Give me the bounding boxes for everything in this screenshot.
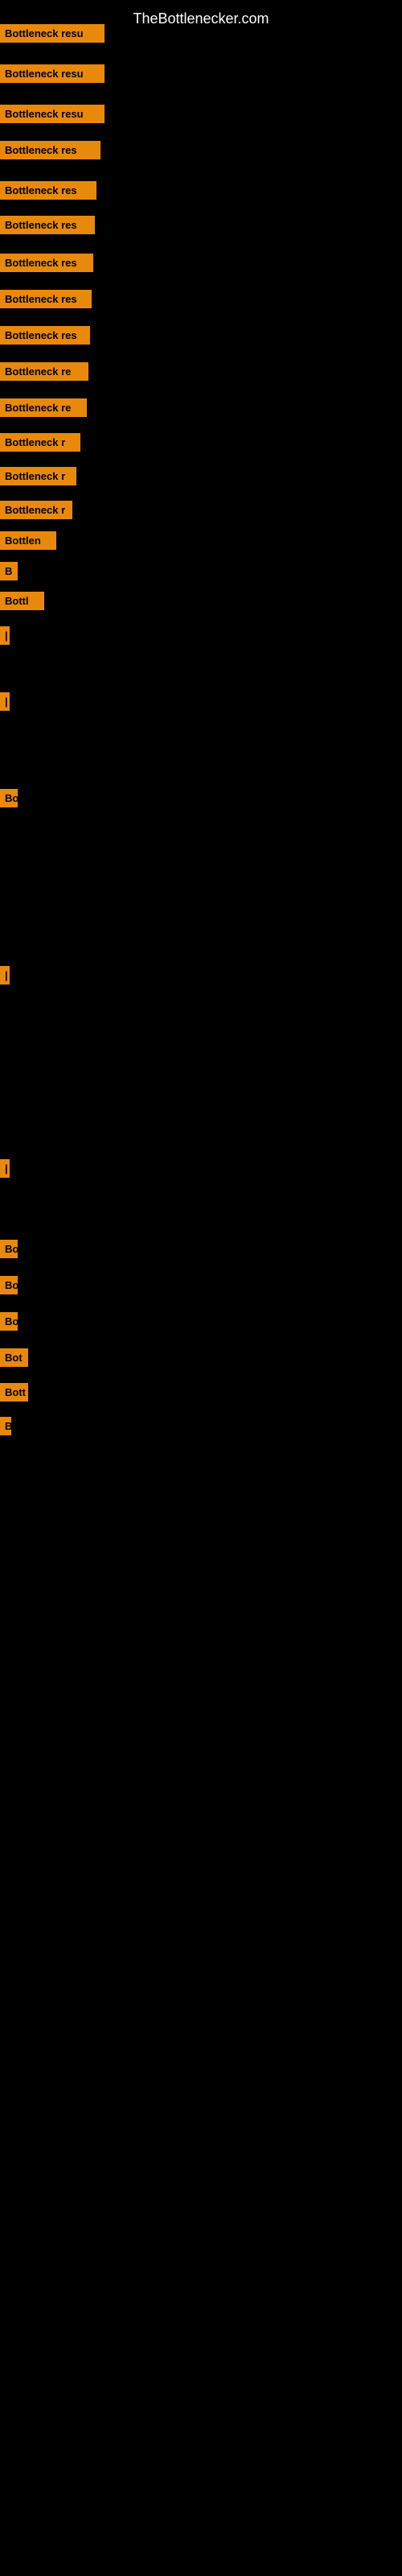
bottleneck-item-27[interactable]: B bbox=[0, 1417, 11, 1435]
bottleneck-item-8[interactable]: Bottleneck res bbox=[0, 326, 90, 345]
bottleneck-item-16[interactable]: Bottl bbox=[0, 592, 44, 610]
bottleneck-item-5[interactable]: Bottleneck res bbox=[0, 216, 95, 234]
bottleneck-item-7[interactable]: Bottleneck res bbox=[0, 290, 92, 308]
bottleneck-item-3[interactable]: Bottleneck res bbox=[0, 141, 100, 159]
bottleneck-item-4[interactable]: Bottleneck res bbox=[0, 181, 96, 200]
bottleneck-item-10[interactable]: Bottleneck re bbox=[0, 398, 87, 417]
bottleneck-item-19[interactable]: Bo bbox=[0, 789, 18, 807]
bottleneck-item-26[interactable]: Bott bbox=[0, 1383, 28, 1402]
bottleneck-item-1[interactable]: Bottleneck resu bbox=[0, 64, 105, 83]
bottleneck-item-9[interactable]: Bottleneck re bbox=[0, 362, 88, 381]
bottleneck-item-2[interactable]: Bottleneck resu bbox=[0, 105, 105, 123]
bottleneck-item-0[interactable]: Bottleneck resu bbox=[0, 24, 105, 43]
bottleneck-item-14[interactable]: Bottlen bbox=[0, 531, 56, 550]
bottleneck-item-21[interactable]: | bbox=[0, 1159, 10, 1178]
bottleneck-item-15[interactable]: B bbox=[0, 562, 18, 580]
bottleneck-item-12[interactable]: Bottleneck r bbox=[0, 467, 76, 485]
bottleneck-item-22[interactable]: Bo bbox=[0, 1240, 18, 1258]
bottleneck-item-25[interactable]: Bot bbox=[0, 1348, 28, 1367]
bottleneck-item-6[interactable]: Bottleneck res bbox=[0, 254, 93, 272]
bottleneck-item-17[interactable]: | bbox=[0, 626, 10, 645]
bottleneck-item-24[interactable]: Bo bbox=[0, 1312, 18, 1331]
bottleneck-item-11[interactable]: Bottleneck r bbox=[0, 433, 80, 452]
bottleneck-item-23[interactable]: Bo bbox=[0, 1276, 18, 1294]
bottleneck-item-20[interactable]: | bbox=[0, 966, 10, 985]
bottleneck-item-13[interactable]: Bottleneck r bbox=[0, 501, 72, 519]
bottleneck-item-18[interactable]: | bbox=[0, 692, 10, 711]
